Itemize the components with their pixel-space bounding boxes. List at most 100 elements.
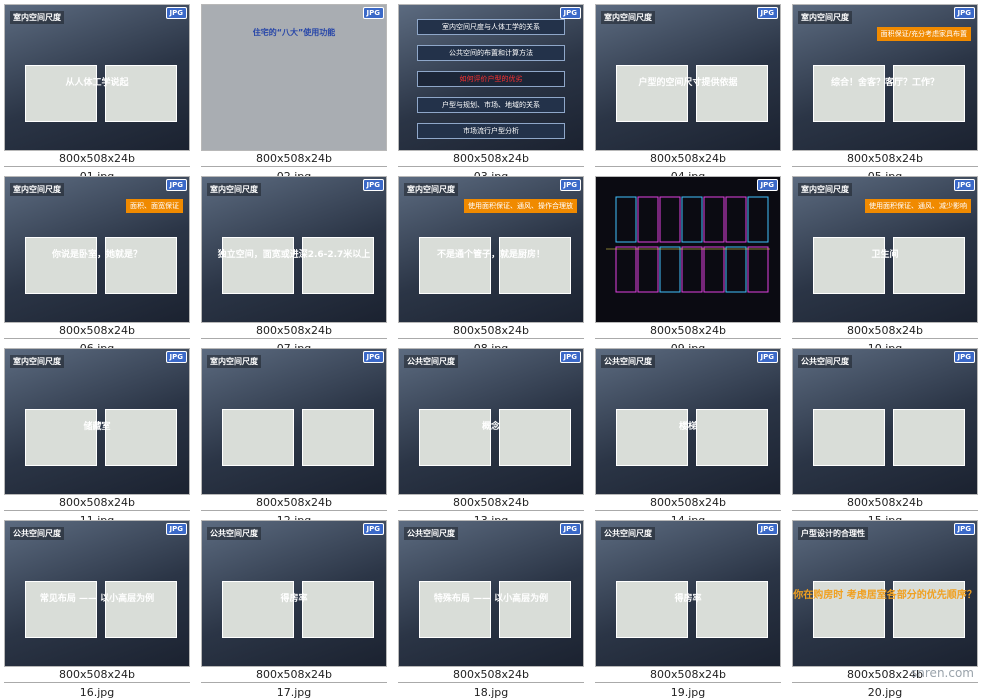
file-name[interactable]: 19.jpg	[591, 686, 785, 699]
thumbnail-item[interactable]: 公共空间尺度 得房率 JPG 800x508x24b 17.jpg	[197, 516, 391, 699]
drawing-sheet	[419, 581, 491, 638]
drawing-sheet	[813, 65, 885, 122]
jpg-badge-icon: JPG	[165, 351, 187, 363]
slide-title: 户型设计的合理性	[798, 527, 868, 540]
thumbnail-item[interactable]: 户型设计的合理性 你在购房时 考虑居室各部分的优先顺序？ JPG 800x508x24…	[788, 516, 982, 699]
jpg-badge-icon: JPG	[559, 179, 581, 191]
drawing-sheet	[616, 581, 688, 638]
file-name[interactable]: 16.jpg	[0, 686, 194, 699]
jpg-badge-icon: JPG	[953, 7, 975, 19]
watermark: snren.com	[911, 666, 974, 680]
divider	[792, 338, 978, 339]
slide-caption: 卫生间	[871, 249, 899, 260]
slide-title: 室内空间尺度	[798, 183, 852, 196]
thumbnail-image[interactable]: 室内空间尺度 不是通个管子，就是厨房！ 使用面积保证、通风、操作合理放 JPG	[398, 176, 584, 323]
highlight-label: 面积保证/充分考虑家具布置	[876, 27, 971, 41]
thumbnail-image[interactable]: 室内空间尺度与人体工学的关系 公共空间的布置和计算方法 如何评价户型的优劣 户型与规划…	[398, 4, 584, 151]
thumbnail-item[interactable]: 室内空间尺度 不是通个管子，就是厨房！ 使用面积保证、通风、操作合理放 JPG 800x…	[394, 172, 588, 355]
highlight-label: 面积、面宽保证	[126, 199, 183, 213]
thumbnail-image[interactable]: 户型设计的合理性你在购房时 考虑居室各部分的优先顺序？ JPG	[792, 520, 978, 667]
file-name[interactable]: 18.jpg	[394, 686, 588, 699]
thumbnail-item[interactable]: 公共空间尺度JPG800x508x24b15.jpg	[788, 344, 982, 527]
divider	[595, 338, 781, 339]
slide-caption: 综合！舍客？客厅？工作？	[830, 77, 939, 88]
drawing-sheet	[222, 409, 294, 466]
thumbnail-image[interactable]: 公共空间尺度 得房率 JPG	[201, 520, 387, 667]
drawing-sheet	[893, 237, 965, 294]
thumbnail-image[interactable]: 公共空间尺度 常见布局 —— 以小高层为例 JPG	[4, 520, 190, 667]
thumbnail-item[interactable]: 室内空间尺度JPG800x508x24b12.jpg	[197, 344, 391, 527]
thumbnail-image[interactable]: 住宅的“八大”使用功能 JPG	[201, 4, 387, 151]
image-dimensions: 800x508x24b	[847, 152, 923, 165]
thumbnail-image[interactable]: 室内空间尺度 从人体工学说起 JPG	[4, 4, 190, 151]
slide-caption: 独立空间，面宽或进深2.6-2.7米以上	[217, 249, 371, 260]
divider	[398, 166, 584, 167]
slide-caption: 常见布局 —— 以小高层为例	[39, 593, 155, 604]
slide-caption: 你在购房时 考虑居室各部分的优先顺序？	[793, 590, 977, 602]
file-name[interactable]: 17.jpg	[197, 686, 391, 699]
slide-title: 公共空间尺度	[404, 527, 458, 540]
thumbnail-image[interactable]: 公共空间尺度 概念 JPG	[398, 348, 584, 495]
divider	[398, 338, 584, 339]
image-dimensions: 800x508x24b	[847, 496, 923, 509]
image-dimensions: 800x508x24b	[256, 152, 332, 165]
file-name[interactable]: 20.jpg	[788, 686, 982, 699]
slide-caption: 不是通个管子，就是厨房！	[436, 249, 545, 260]
image-dimensions: 800x508x24b	[59, 496, 135, 509]
thumbnail-image[interactable]: 公共空间尺度 得房率 JPG	[595, 520, 781, 667]
drawing-sheet	[302, 581, 374, 638]
divider	[792, 682, 978, 683]
thumbnail-item[interactable]: 公共空间尺度楼梯JPG800x508x24b14.jpg	[591, 344, 785, 527]
thumbnail-item[interactable]: 住宅的“八大”使用功能JPG800x508x24b02.jpg	[197, 0, 391, 183]
thumbnail-item[interactable]: 公共空间尺度 常见布局 —— 以小高层为例 JPG 800x508x24b 16.jpg	[0, 516, 194, 699]
divider	[4, 510, 190, 511]
thumbnail-item[interactable]: 公共空间尺度 特殊布局 —— 以小高层为例 JPG 800x508x24b 18.jpg	[394, 516, 588, 699]
jpg-badge-icon: JPG	[953, 523, 975, 535]
thumbnail-image[interactable]: 公共空间尺度 楼梯 JPG	[595, 348, 781, 495]
slide-caption: 得房率	[674, 593, 702, 604]
thumbnail-item[interactable]: 公共空间尺度概念JPG800x508x24b13.jpg	[394, 344, 588, 527]
thumbnail-image[interactable]: 室内空间尺度 综合！舍客？客厅？工作？ 面积保证/充分考虑家具布置 JPG	[792, 4, 978, 151]
menu-item: 室内空间尺度与人体工学的关系	[417, 19, 565, 35]
thumbnail-image[interactable]: 室内空间尺度 你说是卧室，她就是？ 面积、面宽保证 JPG	[4, 176, 190, 323]
thumbnail-image[interactable]: 公共空间尺度 JPG	[792, 348, 978, 495]
thumbnail-item[interactable]: 室内空间尺度 独立空间，面宽或进深2.6-2.7米以上 JPG 800x508x24b…	[197, 172, 391, 355]
slide-caption: 从人体工学说起	[65, 77, 129, 88]
jpg-badge-icon: JPG	[756, 351, 778, 363]
image-dimensions: 800x508x24b	[453, 324, 529, 337]
slide-title: 公共空间尺度	[601, 527, 655, 540]
thumbnail-item[interactable]: 室内空间尺度你说是卧室，她就是？面积、面宽保证JPG800x508x24b06.…	[0, 172, 194, 355]
thumbnail-item[interactable]: 室内空间尺度与人体工学的关系 公共空间的布置和计算方法 如何评价户型的优劣 户型与规划…	[394, 0, 588, 183]
image-dimensions: 800x508x24b	[650, 324, 726, 337]
thumbnail-item[interactable]: JPG800x508x24b09.jpg	[591, 172, 785, 355]
thumbnail-item[interactable]: 公共空间尺度 得房率 JPG 800x508x24b 19.jpg	[591, 516, 785, 699]
thumbnail-image[interactable]: 室内空间尺度 户型的空间尺寸提供依据 JPG	[595, 4, 781, 151]
slide-title: 室内空间尺度	[207, 355, 261, 368]
drawing-sheet	[813, 237, 885, 294]
thumbnail-image[interactable]: 室内空间尺度 储藏室 JPG	[4, 348, 190, 495]
jpg-badge-icon: JPG	[953, 351, 975, 363]
thumbnail-item[interactable]: 室内空间尺度储藏室JPG800x508x24b11.jpg	[0, 344, 194, 527]
slide-title: 室内空间尺度	[207, 183, 261, 196]
thumbnail-item[interactable]: 室内空间尺度卫生间使用面积保证、通风、减少影响JPG800x508x24b10.…	[788, 172, 982, 355]
jpg-badge-icon: JPG	[165, 7, 187, 19]
thumbnail-image[interactable]: 室内空间尺度 独立空间，面宽或进深2.6-2.7米以上 JPG	[201, 176, 387, 323]
jpg-badge-icon: JPG	[559, 523, 581, 535]
divider	[4, 682, 190, 683]
thumbnail-image[interactable]: 室内空间尺度 卫生间 使用面积保证、通风、减少影响 JPG	[792, 176, 978, 323]
thumbnail-item[interactable]: 室内空间尺度 综合！舍客？客厅？工作？ 面积保证/充分考虑家具布置 JPG 800x50…	[788, 0, 982, 183]
slide-caption: 楼梯	[678, 421, 697, 432]
drawing-sheet	[696, 409, 768, 466]
thumbnail-item[interactable]: 室内空间尺度户型的空间尺寸提供依据JPG800x508x24b04.jpg	[591, 0, 785, 183]
thumbnail-image[interactable]: JPG	[595, 176, 781, 323]
thumbnail-image[interactable]: 公共空间尺度 特殊布局 —— 以小高层为例 JPG	[398, 520, 584, 667]
drawing-sheet	[696, 65, 768, 122]
divider	[398, 510, 584, 511]
drawing-sheet	[419, 409, 491, 466]
divider	[398, 682, 584, 683]
drawing-sheet	[302, 237, 374, 294]
jpg-badge-icon: JPG	[756, 7, 778, 19]
thumbnail-image[interactable]: 室内空间尺度 JPG	[201, 348, 387, 495]
jpg-badge-icon: JPG	[559, 351, 581, 363]
thumbnail-item[interactable]: 室内空间尺度从人体工学说起JPG800x508x24b01.jpg	[0, 0, 194, 183]
